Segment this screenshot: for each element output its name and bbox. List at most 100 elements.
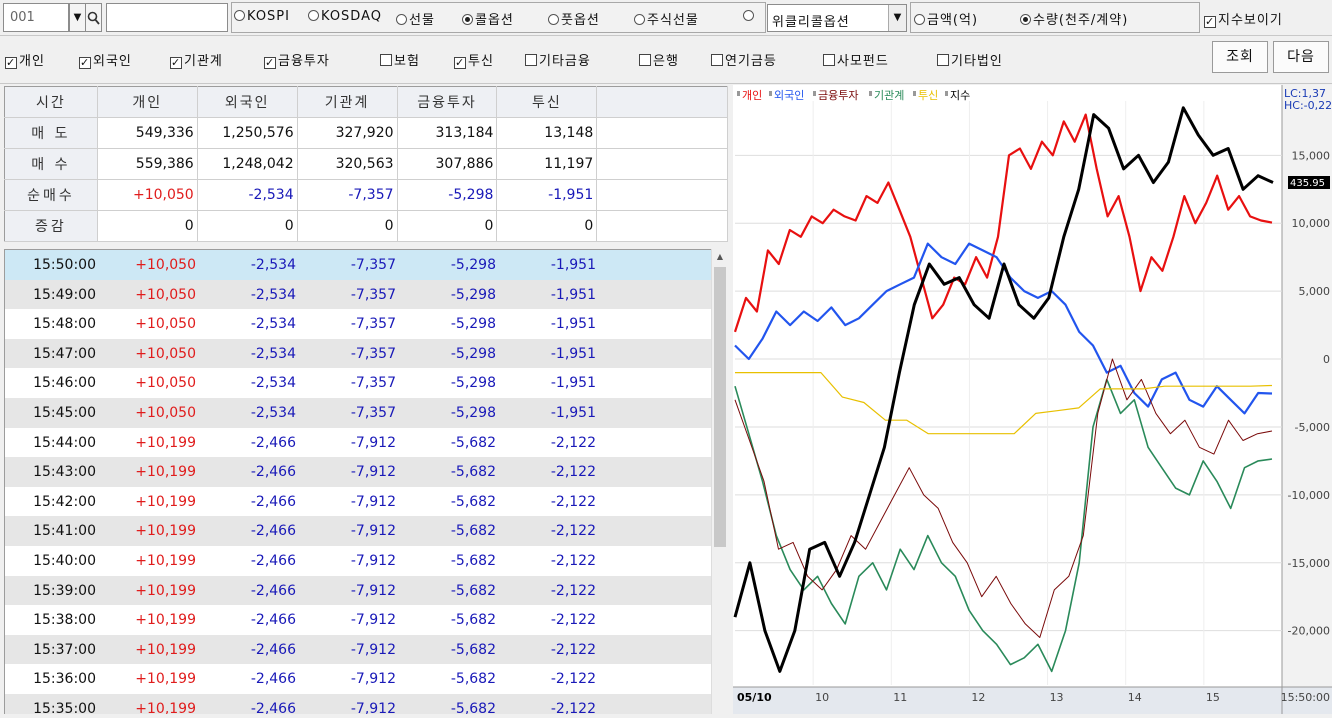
- sell-institution: 327,920: [297, 117, 398, 149]
- table-row[interactable]: 15:43:00 +10,199 -2,466 -7,912 -5,682 -2,122: [5, 457, 711, 487]
- query-button[interactable]: 조회: [1212, 41, 1268, 73]
- scroll-thumb[interactable]: [714, 267, 726, 547]
- investor-trend-chart: 15,000 10,000 5,000 0 -5,000 -10,000 -15,000 -2…: [733, 85, 1332, 714]
- filter-insurance[interactable]: 보험: [380, 50, 420, 69]
- buy-investment-trust: 11,197: [496, 148, 598, 180]
- row-value: -2,466: [250, 582, 296, 599]
- filter-institution[interactable]: ✓ 기관계: [170, 50, 223, 69]
- filter-bank[interactable]: 은행: [639, 50, 679, 69]
- row-value: -2,466: [250, 523, 296, 540]
- header-investment-trust: 투신: [496, 86, 598, 118]
- row-time: 15:43:00: [33, 464, 96, 481]
- table-row[interactable]: 15:40:00 +10,199 -2,466 -7,912 -5,682 -2,122: [5, 546, 711, 576]
- code-input[interactable]: 001: [3, 3, 69, 32]
- table-row[interactable]: 15:36:00 +10,199 -2,466 -7,912 -5,682 -2,122: [5, 664, 711, 694]
- buy-blank: [596, 148, 728, 180]
- y-tick-label: -20,000: [1288, 625, 1330, 638]
- row-value: -7,357: [350, 345, 396, 362]
- filter-other-finance[interactable]: 기타금융: [525, 50, 591, 69]
- chevron-down-icon: ▼: [73, 12, 82, 23]
- row-value: -2,122: [550, 612, 596, 629]
- radio-put-option[interactable]: 풋옵션: [548, 9, 600, 28]
- net-blank: [596, 179, 728, 211]
- table-row[interactable]: 15:37:00 +10,199 -2,466 -7,912 -5,682 -2,122: [5, 634, 711, 665]
- y-tick-label: -5,000: [1295, 421, 1330, 434]
- timeseries-scrollbar[interactable]: ▲: [711, 249, 728, 714]
- row-value: -7,912: [350, 523, 396, 540]
- row-value: -2,534: [250, 345, 296, 362]
- radio-stock-futures[interactable]: 주식선물: [634, 9, 699, 28]
- weekly-option-select[interactable]: 위클리콜옵션 ▼: [767, 4, 907, 32]
- table-row[interactable]: 15:35:00 +10,199 -2,466 -7,912 -5,682 -2,122: [5, 694, 711, 714]
- scroll-up-icon[interactable]: ▲: [714, 252, 726, 261]
- row-label-net: 순매수: [4, 179, 98, 211]
- table-row[interactable]: 15:38:00 +10,199 -2,466 -7,912 -5,682 -2,122: [5, 605, 711, 635]
- table-row[interactable]: 15:50:00 +10,050 -2,534 -7,357 -5,298 -1,951: [5, 250, 711, 280]
- filter-investment-trust-box: ✓: [454, 56, 466, 69]
- search-button[interactable]: [85, 3, 102, 32]
- row-value: -7,912: [350, 553, 396, 569]
- row-time: 15:35:00: [33, 701, 96, 714]
- timeseries-list[interactable]: 15:50:00 +10,050 -2,534 -7,357 -5,298 -1,951 1…: [4, 249, 711, 714]
- row-value: -7,357: [350, 375, 396, 392]
- filter-investment-trust[interactable]: ✓ 투신: [454, 50, 494, 69]
- row-value: +10,050: [135, 375, 196, 392]
- filter-financial-investment[interactable]: ✓ 금융투자: [264, 50, 330, 69]
- row-value: -2,466: [250, 641, 296, 658]
- table-row[interactable]: 15:48:00 +10,050 -2,534 -7,357 -5,298 -1,951: [5, 309, 711, 339]
- row-value: -2,122: [550, 641, 596, 658]
- row-value: -7,357: [350, 257, 396, 273]
- row-value: -5,682: [450, 464, 496, 481]
- row-time: 15:45:00: [33, 405, 96, 421]
- table-row[interactable]: 15:42:00 +10,199 -2,466 -7,912 -5,682 -2,122: [5, 486, 711, 517]
- sell-financial-investment: 313,184: [397, 117, 498, 149]
- row-time: 15:38:00: [33, 612, 96, 629]
- net-individual: +10,050: [97, 179, 198, 211]
- filter-foreign[interactable]: ✓ 외국인: [79, 50, 132, 69]
- table-row[interactable]: 15:49:00 +10,050 -2,534 -7,357 -5,298 -1,951: [5, 279, 711, 310]
- radio-quantity[interactable]: 수량(천주/계약): [1020, 9, 1128, 28]
- index-badge-label: 435.95: [1290, 178, 1325, 189]
- row-value: -1,951: [550, 316, 596, 333]
- table-row[interactable]: 15:45:00 +10,050 -2,534 -7,357 -5,298 -1,951: [5, 398, 711, 428]
- filter-pension[interactable]: 연기금등: [711, 50, 777, 69]
- table-row[interactable]: 15:47:00 +10,050 -2,534 -7,357 -5,298 -1,951: [5, 338, 711, 369]
- row-value: -2,122: [550, 523, 596, 540]
- radio-kosdaq-label: KOSDAQ: [321, 9, 382, 24]
- table-row[interactable]: 15:46:00 +10,050 -2,534 -7,357 -5,298 -1,951: [5, 368, 711, 398]
- row-time: 15:48:00: [33, 316, 96, 333]
- name-field[interactable]: [106, 3, 228, 32]
- show-index-checkbox[interactable]: ✓ 지수보이기: [1204, 9, 1283, 28]
- filter-private-fund-label: 사모펀드: [837, 54, 889, 69]
- table-row[interactable]: 15:39:00 +10,199 -2,466 -7,912 -5,682 -2,122: [5, 575, 711, 606]
- radio-futures-dot: [396, 14, 407, 25]
- code-dropdown-button[interactable]: ▼: [69, 3, 86, 32]
- radio-weekly[interactable]: [743, 9, 756, 24]
- row-value: -7,912: [350, 464, 396, 481]
- table-row[interactable]: 15:41:00 +10,199 -2,466 -7,912 -5,682 -2,122: [5, 516, 711, 546]
- legend-entry: 투신: [918, 89, 938, 102]
- row-value: -7,912: [350, 582, 396, 599]
- filter-bank-label: 은행: [653, 54, 679, 69]
- radio-futures[interactable]: 선물: [396, 9, 435, 28]
- radio-call-option[interactable]: 콜옵션: [462, 9, 514, 28]
- x-tick-label: 15: [1206, 691, 1220, 704]
- radio-amount[interactable]: 금액(억): [914, 9, 978, 28]
- chevron-down-icon[interactable]: ▼: [888, 5, 906, 31]
- filter-other-corp[interactable]: 기타법인: [937, 50, 1003, 69]
- next-button[interactable]: 다음: [1273, 41, 1329, 73]
- filter-private-fund[interactable]: 사모펀드: [823, 50, 889, 69]
- row-value: -2,122: [550, 701, 596, 714]
- radio-kosdaq[interactable]: KOSDAQ: [308, 9, 382, 24]
- row-value: +10,050: [135, 257, 196, 273]
- buy-foreign: 1,248,042: [197, 148, 298, 180]
- row-value: -7,912: [350, 612, 396, 629]
- row-time: 15:49:00: [33, 286, 96, 303]
- filter-individual[interactable]: ✓ 개인: [5, 50, 45, 69]
- table-row[interactable]: 15:44:00 +10,199 -2,466 -7,912 -5,682 -2,122: [5, 427, 711, 458]
- row-value: +10,050: [135, 316, 196, 333]
- row-value: -2,122: [550, 493, 596, 510]
- radio-stock-futures-dot: [634, 14, 645, 25]
- filter-financial-investment-box: ✓: [264, 56, 276, 69]
- radio-kospi[interactable]: KOSPI: [234, 9, 290, 24]
